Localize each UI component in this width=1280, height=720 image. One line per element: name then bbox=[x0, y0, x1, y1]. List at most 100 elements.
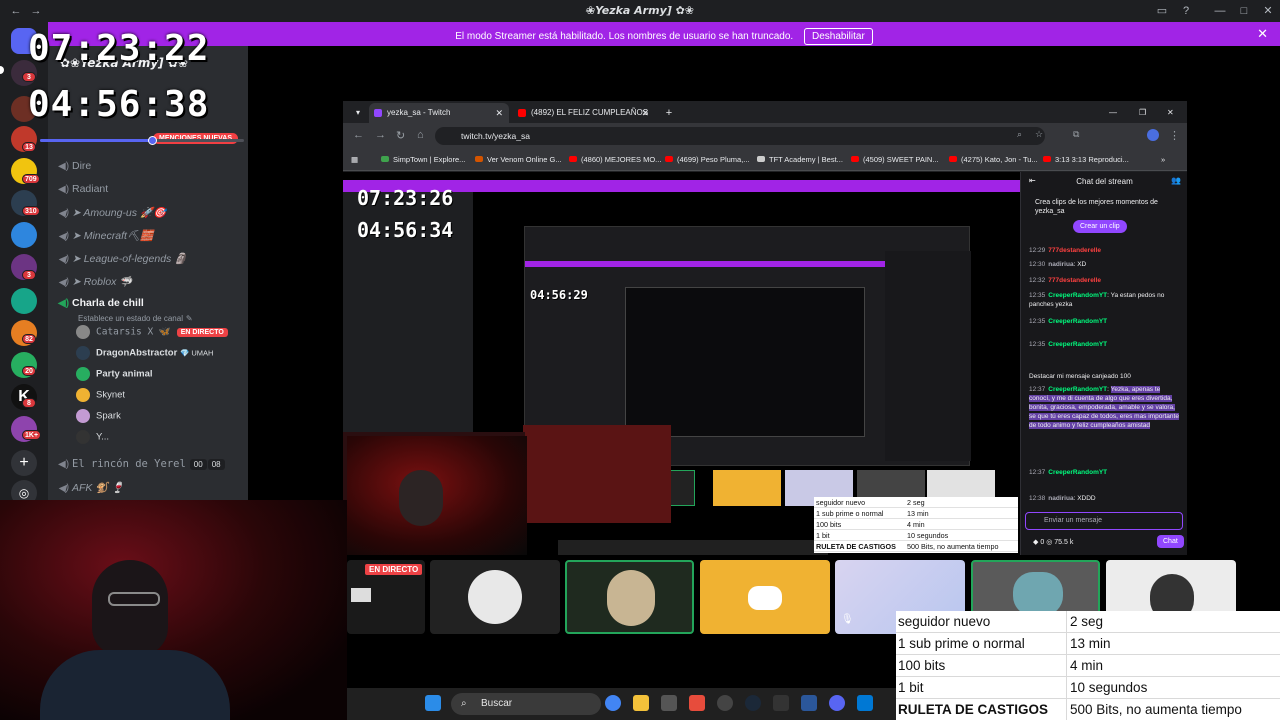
discord-icon[interactable] bbox=[829, 695, 845, 711]
voice-member[interactable]: Skynet bbox=[76, 388, 125, 402]
forward-icon[interactable]: → bbox=[375, 129, 386, 141]
profile-avatar-icon[interactable] bbox=[1147, 129, 1159, 141]
mention-badge: 1K+ bbox=[22, 430, 42, 440]
voice-channel-league[interactable]: ◀) ➤ League-of-legends 🗿 bbox=[58, 252, 187, 265]
avatar bbox=[76, 367, 90, 381]
stream-timer-remaining: 04:56:38 bbox=[28, 84, 210, 125]
tab-search-icon[interactable]: ▾ bbox=[347, 103, 369, 123]
create-clip-button[interactable]: Crear un clip bbox=[1073, 220, 1127, 233]
discord-logo-icon bbox=[748, 586, 782, 610]
mini-rule-row: seguidor nuevo 2 seg bbox=[814, 497, 1018, 508]
windows-start-icon[interactable] bbox=[425, 695, 441, 711]
chat-send-button[interactable]: Chat bbox=[1157, 535, 1184, 548]
nested-timer-remaining: 04:56:34 bbox=[357, 218, 454, 242]
app-icon[interactable] bbox=[717, 695, 733, 711]
app-icon[interactable] bbox=[689, 695, 705, 711]
volume-slider[interactable] bbox=[40, 136, 244, 145]
store-icon[interactable] bbox=[661, 695, 677, 711]
streamer-mode-message: El modo Streamer está habilitado. Los no… bbox=[455, 31, 794, 42]
screen-icon bbox=[351, 588, 371, 602]
back-icon[interactable]: ← bbox=[353, 129, 364, 141]
tab-youtube[interactable]: (4892) EL FELIZ CUMPLEAÑOS ✕ bbox=[513, 103, 655, 123]
streamer-webcam-small bbox=[347, 436, 527, 555]
chat-input[interactable]: Enviar un mensaje bbox=[1025, 512, 1183, 530]
voice-tile-avatar[interactable] bbox=[430, 560, 560, 634]
minimize-icon[interactable]: — bbox=[1109, 103, 1125, 123]
voice-channel-amongus[interactable]: ◀) ➤ Amoung-us 🚀🎯 bbox=[58, 206, 166, 219]
extensions-icon[interactable]: ⧉ bbox=[1073, 129, 1079, 140]
voice-channel-dire[interactable]: ◀) Dire bbox=[58, 160, 91, 172]
voice-channel-afk[interactable]: ◀) AFK 🐒 🍷 bbox=[58, 481, 124, 494]
file-explorer-icon[interactable] bbox=[633, 695, 649, 711]
mention-badge: 13 bbox=[22, 142, 36, 152]
inbox-icon[interactable]: ▭ bbox=[1154, 3, 1170, 19]
channel-status-hint[interactable]: Establece un estado de canal ✎ bbox=[78, 312, 193, 324]
bookmark-item[interactable]: TFT Academy | Best... bbox=[757, 155, 843, 164]
home-icon[interactable]: ⌂ bbox=[417, 129, 424, 141]
voice-member[interactable]: Spark bbox=[76, 409, 121, 423]
app-icon[interactable] bbox=[857, 695, 873, 711]
rule-row: 1 bit 10 segundos bbox=[896, 677, 1280, 699]
voice-member[interactable]: Y... bbox=[76, 430, 109, 444]
add-server-icon[interactable]: + bbox=[11, 450, 37, 476]
disable-streamer-mode-button[interactable]: Deshabilitar bbox=[803, 28, 873, 45]
voice-member[interactable]: DragonAbstractor 💎 UMAH bbox=[76, 346, 213, 360]
bookmark-item[interactable]: Ver Venom Online G... bbox=[475, 155, 562, 164]
close-tab-icon[interactable]: ✕ bbox=[641, 103, 649, 123]
window-titlebar: ← → ❀̶Yezka Army] ✿❀ ▭ ? — □ ✕ bbox=[0, 0, 1280, 22]
twitch-favicon-icon bbox=[374, 109, 382, 117]
new-tab-button[interactable]: + bbox=[661, 103, 677, 123]
epic-games-icon[interactable] bbox=[773, 695, 789, 711]
tab-twitch[interactable]: yezka_sa - Twitch ✕ bbox=[369, 103, 509, 123]
speaker-icon: ◀) bbox=[58, 231, 70, 242]
more-bookmarks-icon[interactable]: » bbox=[1161, 155, 1165, 164]
zoom-icon[interactable]: ⌕ bbox=[1017, 129, 1022, 140]
voice-tile-screen[interactable]: EN DIRECTO bbox=[347, 560, 425, 634]
mic-muted-icon: 🎙 bbox=[841, 614, 854, 625]
bookmark-item[interactable]: (4699) Peso Pluma,... bbox=[665, 155, 750, 164]
url-input[interactable]: twitch.tv/yezka_sa bbox=[435, 127, 1045, 145]
voice-channel-radiant[interactable]: ◀) Radiant bbox=[58, 183, 108, 195]
chat-users-icon[interactable]: 👥 bbox=[1171, 176, 1181, 185]
help-icon[interactable]: ? bbox=[1178, 3, 1194, 19]
bookmark-item[interactable]: SimpTown | Explore... bbox=[381, 155, 465, 164]
chrome-icon[interactable] bbox=[605, 695, 621, 711]
voice-channel-rincon[interactable]: ◀) El rincón de Yerel 00 08 bbox=[58, 458, 225, 470]
voice-channel-minecraft[interactable]: ◀) ➤ Minecraft⛏🧱 bbox=[58, 229, 153, 242]
chat-message: 12:38 nadiriua: XDDD bbox=[1029, 495, 1096, 502]
voice-tile-speaking[interactable] bbox=[565, 560, 694, 634]
chat-message: 12:35 CreeperRandomYT bbox=[1029, 318, 1108, 325]
more-menu-icon[interactable]: ⋮ bbox=[1169, 129, 1180, 142]
reload-icon[interactable]: ↻ bbox=[396, 129, 405, 142]
word-icon[interactable] bbox=[801, 695, 817, 711]
voice-channel-charla-de-chill[interactable]: ◀) Charla de chill bbox=[58, 297, 144, 309]
minimize-icon[interactable]: — bbox=[1212, 3, 1228, 19]
rule-row: RULETA DE CASTIGOS 500 Bits, no aumenta t… bbox=[896, 699, 1280, 720]
close-icon[interactable]: ✕ bbox=[1260, 3, 1276, 19]
server-icon[interactable] bbox=[11, 288, 37, 314]
voice-member[interactable]: Party animal bbox=[76, 367, 153, 381]
voice-member[interactable]: Catarsis X 🦋 EN DIRECTO bbox=[76, 325, 228, 339]
taskbar-search[interactable]: ⌕ Buscar bbox=[451, 693, 601, 715]
close-tab-icon[interactable]: ✕ bbox=[495, 103, 503, 123]
punishment-rules-table: seguidor nuevo 2 seg 1 sub prime o normal… bbox=[896, 611, 1280, 720]
server-icon[interactable] bbox=[11, 222, 37, 248]
youtube-icon bbox=[1043, 156, 1051, 162]
restore-icon[interactable]: ❐ bbox=[1139, 103, 1155, 123]
bookmark-star-icon[interactable]: ☆ bbox=[1035, 129, 1043, 140]
steam-icon[interactable] bbox=[745, 695, 761, 711]
voice-channel-roblox[interactable]: ◀) ➤ Roblox 🦈 bbox=[58, 275, 132, 288]
voice-tile-discord[interactable] bbox=[700, 560, 830, 634]
bookmark-item[interactable]: (4509) SWEET PAIN... bbox=[851, 155, 939, 164]
chat-header: Chat del stream bbox=[1076, 177, 1133, 186]
bookmark-item[interactable]: (4275) Kato, Jon - Tu... bbox=[949, 155, 1038, 164]
bookmark-item[interactable]: 3:13 3:13 Reproduci... bbox=[1043, 155, 1129, 164]
bookmark-item[interactable]: (4860) MEJORES MO... bbox=[569, 155, 661, 164]
youtube-icon bbox=[949, 156, 957, 162]
channel-points[interactable]: ◆ 0 ◎ 75.5 k bbox=[1033, 538, 1073, 546]
maximize-icon[interactable]: □ bbox=[1236, 3, 1252, 19]
banner-close-icon[interactable]: ✕ bbox=[1257, 26, 1268, 42]
close-icon[interactable]: ✕ bbox=[1167, 103, 1183, 123]
apps-grid-icon[interactable]: ▦ bbox=[351, 155, 358, 164]
live-badge: EN DIRECTO bbox=[176, 327, 228, 337]
